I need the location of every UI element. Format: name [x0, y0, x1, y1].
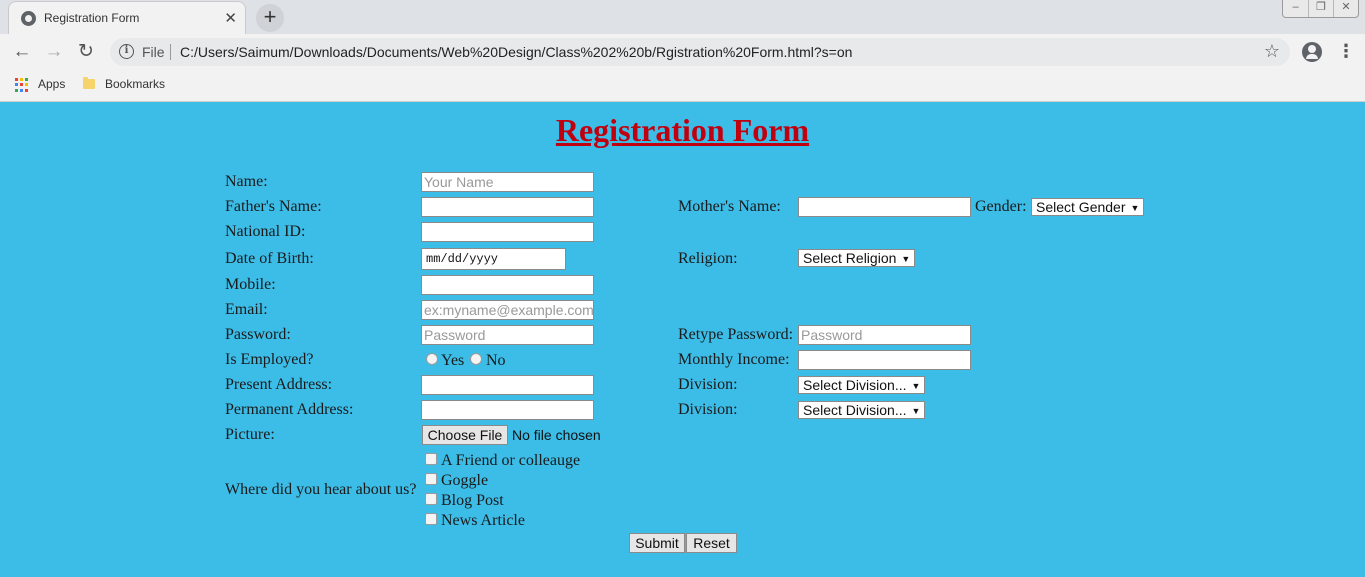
picture-label: Picture: [225, 426, 275, 443]
new-tab-button[interactable]: + [256, 4, 284, 32]
permanent-address-label: Permanent Address: [225, 401, 354, 418]
gender-label: Gender: [975, 198, 1027, 215]
password-label: Password: [225, 326, 291, 343]
google-option: Goggle [441, 472, 489, 489]
browser-tab[interactable]: Registration Form ✕ [8, 1, 246, 34]
employed-label: Is Employed? [225, 351, 314, 368]
blog-checkbox[interactable] [425, 493, 437, 505]
mobile-label: Mobile: [225, 276, 276, 293]
father-name-label: Father's Name: [225, 198, 322, 215]
address-bar[interactable]: i File C:/Users/Saimum/Downloads/Documen… [110, 38, 1290, 66]
divider [170, 44, 171, 60]
monthly-income-label: Monthly Income: [678, 351, 790, 368]
tab-title: Registration Form [44, 11, 140, 25]
menu-dots-icon[interactable]: ⋮ [1337, 41, 1355, 62]
employed-yes-radio[interactable] [426, 353, 438, 365]
dropdown-arrow-icon: ▼ [911, 381, 921, 391]
national-id-label: National ID: [225, 223, 306, 240]
profile-icon[interactable] [1302, 42, 1322, 62]
bookmarks-bar: Apps Bookmarks [0, 70, 1365, 102]
bookmark-star-icon[interactable]: ☆ [1264, 41, 1280, 62]
file-status: No file chosen [512, 427, 601, 443]
name-label: Name: [225, 173, 268, 190]
bookmark-folder[interactable]: Bookmarks [105, 77, 165, 91]
choose-file-button[interactable]: Choose File [422, 425, 508, 445]
minimize-icon[interactable]: – [1283, 0, 1308, 17]
dropdown-arrow-icon: ▼ [911, 406, 921, 416]
bookmark-apps[interactable]: Apps [38, 77, 65, 91]
dropdown-arrow-icon: ▼ [1130, 203, 1140, 213]
father-name-input[interactable] [421, 197, 594, 217]
apps-grid-icon [15, 78, 29, 92]
mobile-input[interactable] [421, 275, 594, 295]
monthly-income-input[interactable] [798, 350, 971, 370]
email-input[interactable]: ex:myname@example.com [421, 300, 594, 320]
registration-page: Registration Form Name: Father's Name: N… [0, 103, 1365, 577]
employed-no-label: No [486, 352, 506, 369]
blog-option: Blog Post [441, 492, 504, 509]
gender-select[interactable]: Select Gender ▼ [1031, 198, 1145, 216]
present-address-label: Present Address: [225, 376, 333, 393]
dob-input[interactable]: mm/dd/yyyy [421, 248, 566, 270]
news-option: News Article [441, 512, 525, 529]
division-2-select[interactable]: Select Division... ▼ [798, 401, 926, 419]
gender-select-value: Select Gender [1036, 199, 1126, 215]
division-select-value: Select Division... [803, 377, 907, 393]
email-label: Email: [225, 301, 268, 318]
browser-tab-bar: Registration Form ✕ + – ❐ ✕ [0, 0, 1365, 34]
folder-icon [83, 77, 95, 89]
dob-label: Date of Birth: [225, 250, 314, 267]
retype-password-input[interactable]: Password [798, 325, 971, 345]
reload-icon[interactable]: ↻ [75, 41, 97, 63]
close-tab-icon[interactable]: ✕ [224, 9, 237, 27]
window-controls: – ❐ ✕ [1282, 0, 1359, 18]
employed-no-radio[interactable] [470, 353, 482, 365]
religion-select-value: Select Religion [803, 250, 897, 266]
forward-arrow-icon[interactable]: → [43, 41, 65, 63]
division-select[interactable]: Select Division... ▼ [798, 376, 926, 394]
religion-select[interactable]: Select Religion ▼ [798, 249, 916, 267]
back-arrow-icon[interactable]: ← [11, 41, 33, 63]
employed-yes-label: Yes [441, 352, 465, 369]
friend-option: A Friend or colleauge [441, 452, 581, 469]
national-id-input[interactable] [421, 222, 594, 242]
news-checkbox[interactable] [425, 513, 437, 525]
division-2-label: Division: [678, 401, 738, 418]
name-input[interactable]: Your Name [421, 172, 594, 192]
religion-label: Religion: [678, 250, 738, 267]
info-icon[interactable]: i [119, 44, 134, 59]
division-label: Division: [678, 376, 738, 393]
permanent-address-input[interactable] [421, 400, 594, 420]
dropdown-arrow-icon: ▼ [901, 254, 911, 264]
page-title: Registration Form [555, 112, 810, 148]
friend-checkbox[interactable] [425, 453, 437, 465]
restore-icon[interactable]: ❐ [1308, 0, 1333, 17]
globe-icon [21, 11, 36, 26]
google-checkbox[interactable] [425, 473, 437, 485]
hear-about-label: Where did you hear about us? [225, 481, 417, 498]
url-scheme: File [142, 44, 165, 60]
browser-toolbar: ← → ↻ i File C:/Users/Saimum/Downloads/D… [0, 34, 1365, 70]
division-2-select-value: Select Division... [803, 402, 907, 418]
present-address-input[interactable] [421, 375, 594, 395]
retype-password-label: Retype Password: [678, 326, 794, 343]
submit-button[interactable]: Submit [629, 533, 685, 553]
url-text[interactable]: C:/Users/Saimum/Downloads/Documents/Web%… [180, 44, 852, 60]
mother-name-label: Mother's Name: [678, 198, 781, 215]
close-window-icon[interactable]: ✕ [1333, 0, 1358, 17]
reset-button[interactable]: Reset [686, 533, 737, 553]
password-input[interactable]: Password [421, 325, 594, 345]
mother-name-input[interactable] [798, 197, 971, 217]
